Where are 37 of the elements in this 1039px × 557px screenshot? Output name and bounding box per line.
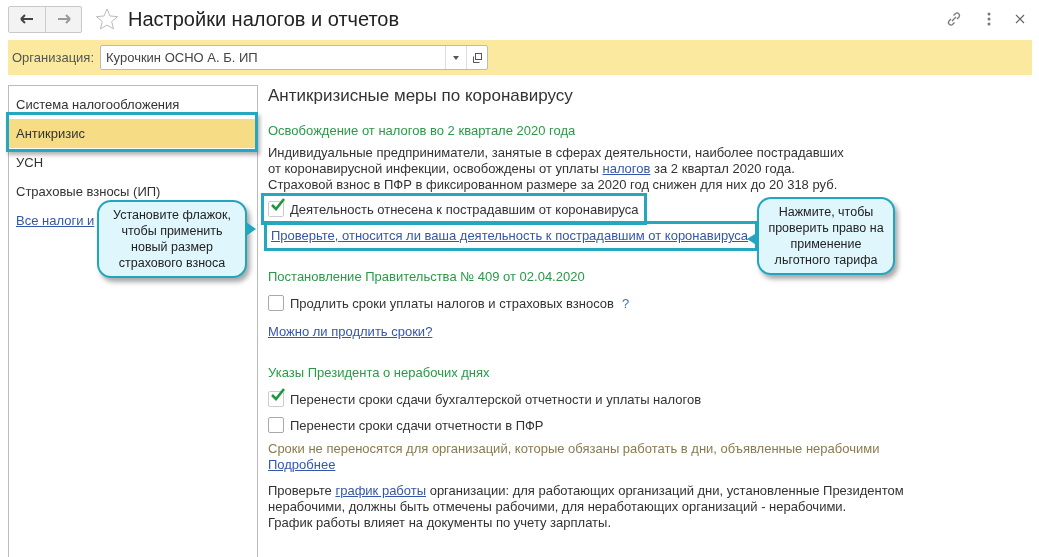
- more-icon[interactable]: [987, 12, 991, 26]
- right-arrow-icon[interactable]: [56, 14, 71, 24]
- checkbox[interactable]: [268, 391, 284, 407]
- callout-tooltip: Установите флажок, чтобы применить новый размер страхового взноса: [97, 200, 247, 278]
- left-arrow-icon[interactable]: [20, 14, 34, 24]
- link[interactable]: Можно ли продлить сроки?: [268, 321, 433, 343]
- paragraph: Проверьте график работы организации: для работающих организаций дни, установленные Президентом нерабочими, должны быть отмечены рабочими, для неработающих организаций - нерабочими. График работы влияет на документы по учету зарплаты.: [268, 483, 905, 531]
- group-title: Указы Президента о нерабочих днях: [268, 364, 491, 382]
- link-icon[interactable]: [945, 10, 963, 28]
- star-icon[interactable]: [96, 8, 118, 30]
- open-window-icon[interactable]: [472, 52, 483, 63]
- checkbox-label: Деятельность отнесена к пострадавшим от коронавируса: [290, 201, 639, 217]
- sidebar-item[interactable]: Антикризис: [9, 119, 257, 148]
- sidebar-item[interactable]: Система налогообложения: [9, 90, 257, 119]
- link[interactable]: Подробнее: [268, 457, 336, 472]
- section-heading: Антикризисные меры по коронавирусу: [268, 85, 574, 107]
- checkbox-label: Перенести сроки сдачи отчетности в ПФР: [290, 417, 544, 433]
- callout-tooltip: Нажмите, чтобы проверить право на применение льготного тарифа: [757, 197, 895, 275]
- checkbox-label: Продлить сроки уплаты налогов и страховых взносов: [290, 295, 614, 311]
- field-label: Организация:: [12, 50, 95, 65]
- paragraph: Индивидуальные предприниматели, занятые в сферах деятельности, наиболее пострадавших от коронавирусной инфекции, освобождены от уплаты налогов за 2 квартал 2020 года. Страховой взнос в ПФР в фиксированном размере за 2020 год снижен для них до 20 318 руб.: [268, 145, 845, 193]
- note-text: Сроки не переносятся для организаций, которые обязаны работать в дни, объявленные нерабочими: [268, 441, 881, 457]
- checkbox[interactable]: [268, 201, 284, 217]
- link[interactable]: Проверьте, относится ли ваша деятельность к пострадавшим от коронавируса: [271, 225, 749, 247]
- close-icon[interactable]: [1015, 14, 1025, 24]
- checkbox-label: Перенести сроки сдачи бухгалтерской отчетности и уплаты налогов: [290, 391, 702, 407]
- organization-field[interactable]: Курочкин ОСНО А. Б. ИП: [100, 45, 489, 70]
- inline-link[interactable]: график работы: [335, 483, 427, 498]
- group-title: Постановление Правительства № 409 от 02.04.2020: [268, 268, 586, 286]
- checkbox[interactable]: [268, 417, 284, 433]
- help-link[interactable]: ?: [622, 295, 630, 311]
- inline-link[interactable]: налогов: [602, 161, 651, 176]
- dropdown-icon[interactable]: [453, 55, 460, 60]
- checkbox[interactable]: [268, 295, 284, 311]
- window-title: Настройки налогов и отчетов: [128, 7, 400, 31]
- group-title: Освобождение от налогов во 2 квартале 2020 года: [268, 122, 577, 140]
- sidebar-item[interactable]: УСН: [9, 148, 257, 177]
